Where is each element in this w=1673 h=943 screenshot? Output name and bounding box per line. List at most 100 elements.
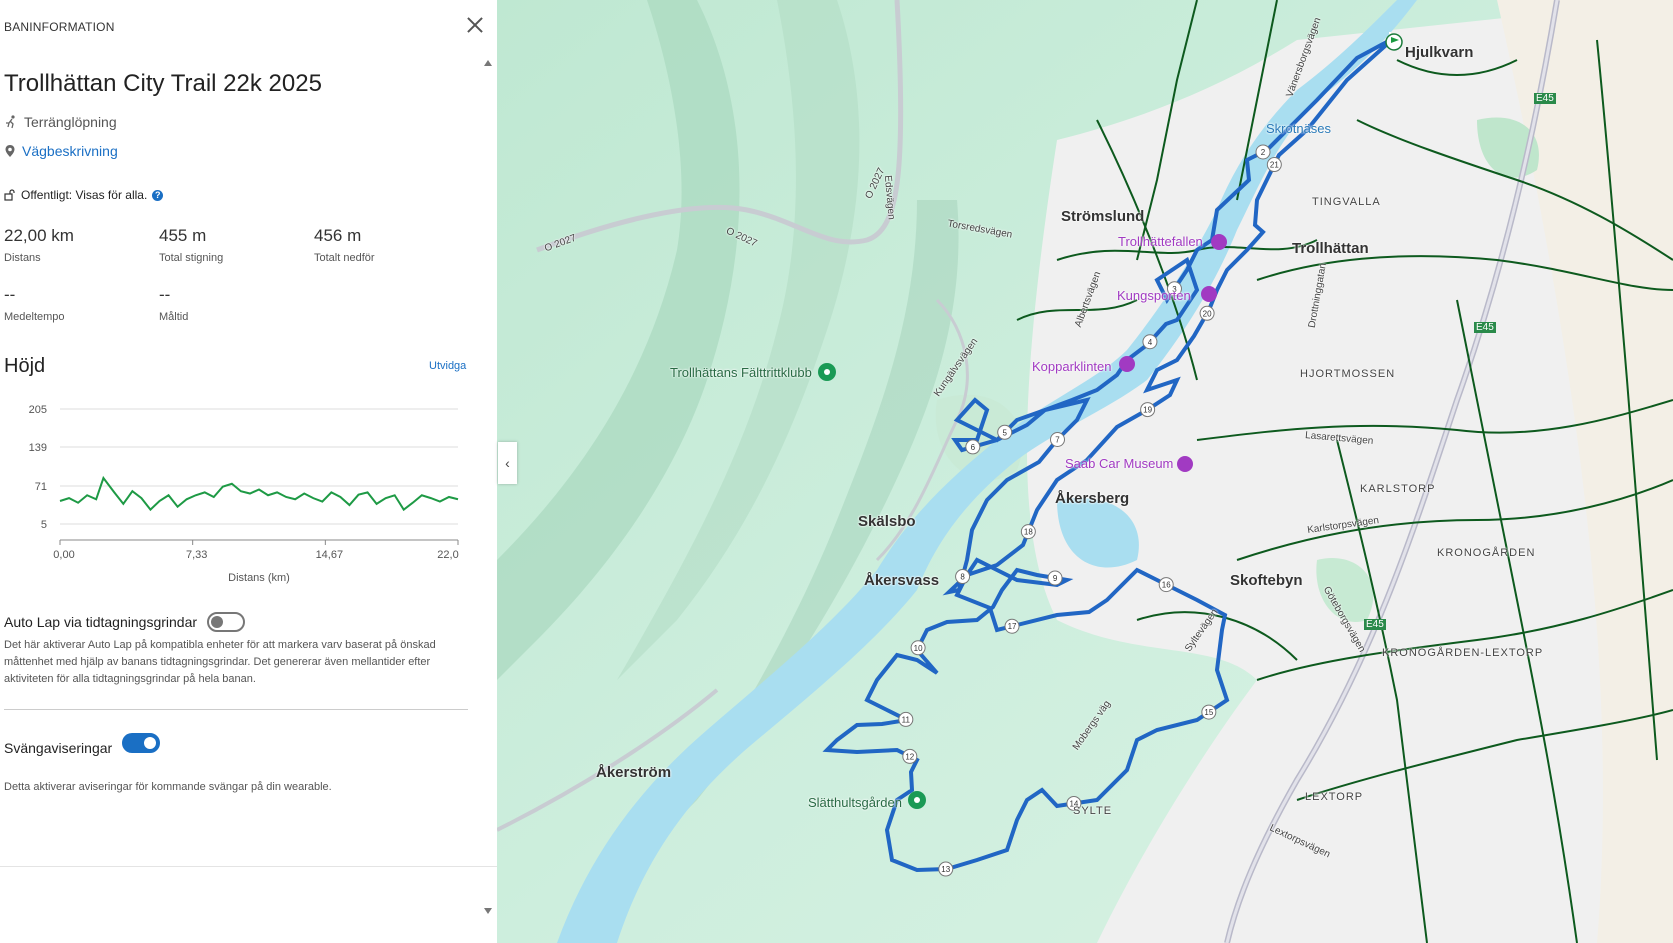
x-axis-label: Distans (km)	[228, 572, 290, 584]
km-marker-label: 8	[960, 573, 965, 582]
panel-header: BANINFORMATION	[4, 20, 115, 34]
directions-row[interactable]: Vägbeskrivning	[4, 143, 118, 159]
course-title: Trollhättan City Trail 22k 2025	[4, 70, 322, 97]
place-label: Skälsbo	[858, 513, 916, 530]
district-label: KRONOGÅRDEN-LEXTORP	[1382, 647, 1544, 659]
km-marker-label: 13	[941, 865, 950, 874]
district-label: HJORTMOSSEN	[1300, 368, 1396, 380]
stat-avg-pace: -- Medeltempo	[4, 285, 65, 323]
km-marker-label: 20	[1203, 309, 1212, 318]
stat-value: --	[4, 285, 16, 304]
camera-poi-icon[interactable]	[1211, 234, 1227, 250]
place-label: Åkersberg	[1055, 490, 1130, 507]
km-marker-label: 21	[1270, 161, 1279, 170]
y-tick-label: 205	[29, 404, 47, 416]
runner-icon	[6, 115, 15, 129]
km-marker-label: 18	[1024, 528, 1033, 537]
x-tick-label: 7,33	[186, 549, 207, 561]
stat-value: 456 m	[314, 226, 362, 245]
stat-total-descent: 456 m Totalt nedför	[314, 226, 375, 264]
stat-value: --	[159, 285, 171, 304]
directions-link[interactable]: Vägbeskrivning	[22, 143, 118, 159]
km-marker-label: 10	[914, 644, 923, 653]
auto-lap-description: Det här aktiverar Auto Lap på kompatibla…	[4, 639, 436, 685]
place-label: Strömslund	[1061, 208, 1145, 225]
close-icon[interactable]	[462, 12, 488, 38]
km-marker-label: 12	[905, 752, 914, 761]
auto-lap-toggle[interactable]	[207, 612, 246, 632]
stat-label: Total stigning	[159, 252, 224, 264]
place-label: Hjulkvarn	[1405, 44, 1474, 61]
stat-value: 455 m	[159, 226, 207, 245]
visibility-row: Offentligt: Visas för alla. ?	[4, 188, 164, 202]
km-marker-label: 19	[1143, 406, 1152, 415]
turn-alerts-toggle[interactable]	[122, 733, 161, 753]
km-marker-label: 2	[1261, 148, 1266, 157]
y-tick-label: 139	[29, 442, 47, 454]
place-label: Åkerström	[596, 764, 672, 781]
km-marker-label: 4	[1148, 338, 1153, 347]
district-label: KRONOGÅRDEN	[1437, 547, 1536, 559]
elevation-series-line	[59, 475, 459, 512]
panel-footer-divider	[0, 866, 497, 867]
elevation-chart: 205 139 71 5 0,00 7,33 14,67 22,0 Distans (km)	[29, 404, 459, 584]
turn-alerts-label: Svängaviseringar	[4, 740, 113, 756]
km-marker-label: 7	[1055, 435, 1060, 444]
stat-goal-time: -- Måltid	[159, 285, 188, 323]
poi-label[interactable]: Saab Car Museum	[1065, 456, 1173, 471]
y-tick-label: 5	[41, 519, 47, 531]
km-marker-label: 11	[902, 715, 911, 724]
help-icon[interactable]: ?	[152, 189, 164, 201]
y-tick-label: 71	[35, 481, 47, 493]
divider	[4, 709, 468, 710]
km-marker-label: 16	[1162, 581, 1171, 590]
turn-alerts-description: Detta aktiverar aviseringar för kommande…	[4, 781, 332, 793]
poi-label: Skrotnäses	[1266, 121, 1332, 136]
road-shield: E45	[1474, 322, 1496, 333]
poi-label[interactable]: Kungsporten	[1117, 288, 1191, 303]
map-view[interactable]: 2 3 4 5 6 7 8 9 10 11 12 13 14 15 16 17 18 19 20 21 Hjulkva…	[497, 0, 1673, 943]
stat-label: Måltid	[159, 311, 189, 323]
turn-alerts-row: Svängaviseringar	[4, 730, 161, 756]
km-marker-label: 5	[1002, 428, 1007, 437]
museum-poi-icon[interactable]	[1119, 356, 1135, 372]
stat-label: Totalt nedför	[314, 252, 375, 264]
stat-total-ascent: 455 m Total stigning	[159, 226, 223, 264]
x-tick-label: 14,67	[316, 549, 344, 561]
auto-lap-row: Auto Lap via tidtagningsgrindar	[4, 612, 246, 632]
place-label: Trollhättan	[1292, 240, 1369, 257]
road-shield: E45	[1534, 93, 1556, 104]
district-label: TINGVALLA	[1312, 196, 1381, 208]
km-marker-label: 6	[971, 443, 976, 452]
poi-label[interactable]: Trollhättans Fälttrittklubb	[670, 365, 812, 380]
auto-lap-label: Auto Lap via tidtagningsgrindar	[4, 614, 198, 630]
start-flag-icon[interactable]	[1385, 33, 1403, 51]
scroll-down-arrow-icon[interactable]	[484, 908, 492, 914]
activity-type: Terränglöpning	[24, 114, 117, 130]
km-marker-label: 17	[1008, 622, 1017, 631]
visibility-text: Offentligt: Visas för alla.	[21, 188, 148, 202]
map-canvas[interactable]: 2345678 9101112131415161718192021	[497, 0, 1673, 943]
scroll-up-arrow-icon[interactable]	[484, 60, 492, 66]
km-marker-label: 9	[1053, 574, 1058, 583]
location-pin-icon	[5, 145, 15, 157]
poi-label[interactable]: Kopparklinten	[1032, 359, 1112, 374]
place-label: Åkersvass	[864, 572, 940, 589]
museum-poi-icon[interactable]	[1201, 286, 1217, 302]
activity-type-row: Terränglöpning	[4, 114, 117, 130]
course-info-panel: BANINFORMATION Trollhättan City Trail 22…	[0, 0, 498, 943]
place-label: Skoftebyn	[1230, 572, 1303, 589]
district-label: KARLSTORP	[1360, 483, 1436, 495]
x-tick-label: 22,0	[437, 549, 458, 561]
poi-label[interactable]: Trollhättefallen	[1118, 234, 1203, 249]
collapse-panel-chevron-icon[interactable]: ‹	[498, 442, 517, 484]
poi-label[interactable]: Slätthultsgården	[808, 795, 902, 810]
stat-label: Distans	[4, 252, 41, 264]
stat-label: Medeltempo	[4, 311, 65, 323]
stat-value: 22,00 km	[4, 226, 74, 245]
expand-link[interactable]: Utvidga	[429, 360, 466, 372]
district-label: LEXTORP	[1305, 791, 1364, 803]
km-marker-label: 15	[1204, 708, 1213, 717]
museum-poi-icon[interactable]	[1177, 456, 1193, 472]
x-tick-label: 0,00	[53, 549, 74, 561]
